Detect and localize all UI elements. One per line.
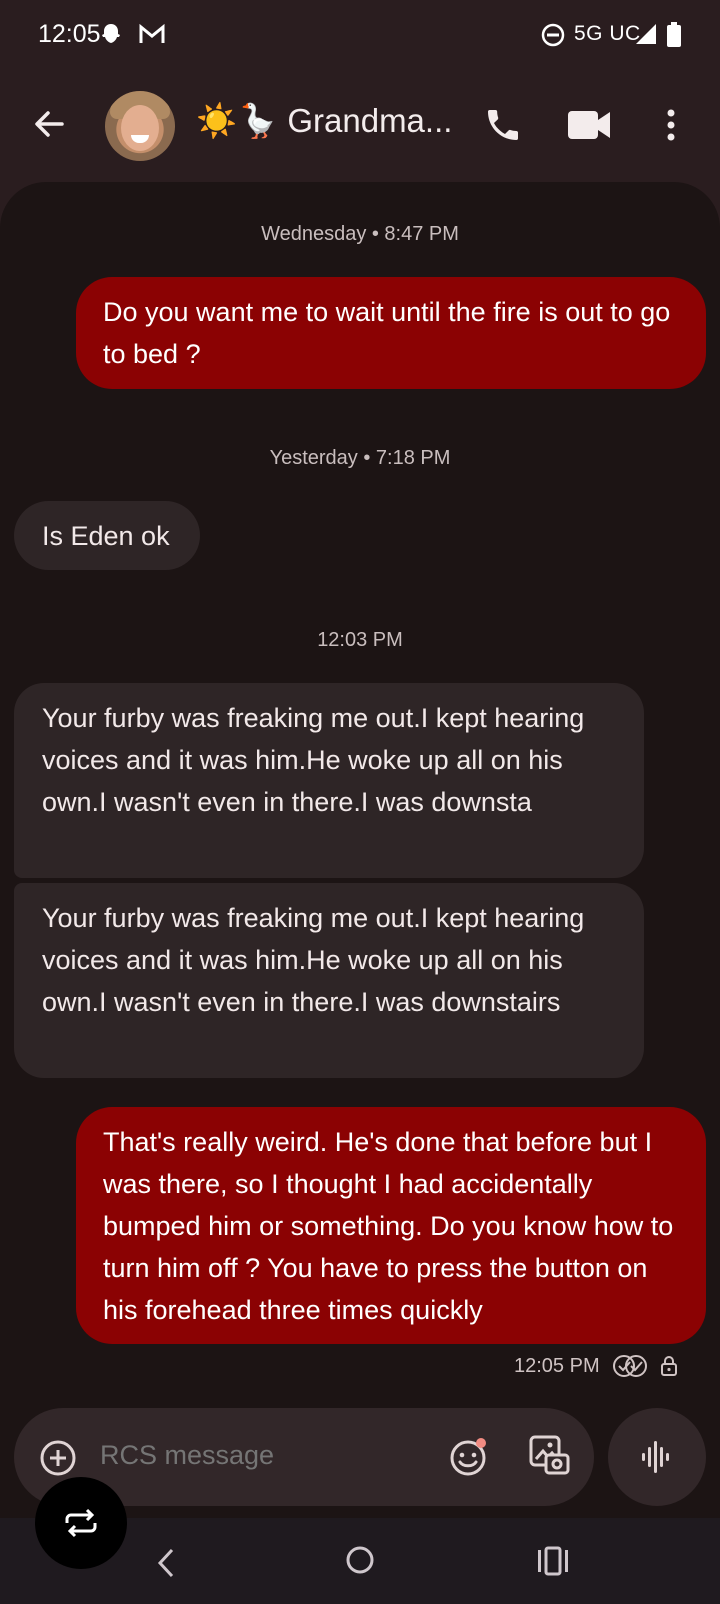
emoji-icon [450,1438,486,1476]
gmail-icon [138,22,166,51]
date-separator: Wednesday • 8:47 PM [261,223,459,245]
outgoing-message[interactable]: Do you want me to wait until the fire is… [76,277,706,389]
phone-icon [488,110,518,140]
more-options-button[interactable] [654,103,688,147]
floating-toggle-button[interactable] [35,1477,127,1569]
read-receipt-icon [613,1355,647,1377]
outgoing-message[interactable]: That's really weird. He's done that befo… [76,1107,706,1344]
back-button[interactable] [28,102,72,146]
snapchat-icon [98,22,124,53]
message-input[interactable] [98,1439,422,1472]
incoming-message[interactable]: Your furby was freaking me out.I kept he… [14,883,644,1078]
lock-icon [661,1356,677,1376]
date-separator: 12:03 PM [317,629,403,651]
emoji-button[interactable] [448,1436,490,1478]
status-bar: 12:05 5G UC [0,0,720,70]
incoming-message[interactable]: Your furby was freaking me out.I kept he… [14,683,644,878]
contact-name[interactable]: ☀️🪿 Grandma... [196,102,452,141]
voice-call-button[interactable] [483,105,523,145]
attach-button[interactable] [38,1438,78,1478]
do-not-disturb-icon [540,22,566,53]
nav-back-icon[interactable] [152,1546,182,1580]
conversation-header: ☀️🪿 Grandma... [0,80,720,170]
back-arrow-icon [35,111,64,137]
message-time: 12:05 PM [514,1355,600,1377]
battery-icon [666,22,682,53]
status-time: 12:05 [38,20,101,48]
video-call-button[interactable] [567,107,611,143]
date-separator: Yesterday • 7:18 PM [269,447,451,469]
incoming-message[interactable]: Is Eden ok [14,501,200,570]
signal-icon [634,22,658,51]
add-circle-icon [40,1440,76,1476]
gallery-button[interactable] [528,1434,572,1478]
voice-message-button[interactable] [608,1408,706,1506]
nav-home-icon[interactable] [344,1544,376,1576]
more-vert-icon [667,109,675,141]
waveform-icon [642,1441,669,1473]
nav-recents-icon[interactable] [536,1546,570,1576]
contact-avatar[interactable] [105,91,175,161]
video-camera-icon [568,111,610,139]
gallery-icon [529,1435,570,1475]
network-label: 5G UC [574,22,641,45]
repeat-icon [65,1508,97,1538]
